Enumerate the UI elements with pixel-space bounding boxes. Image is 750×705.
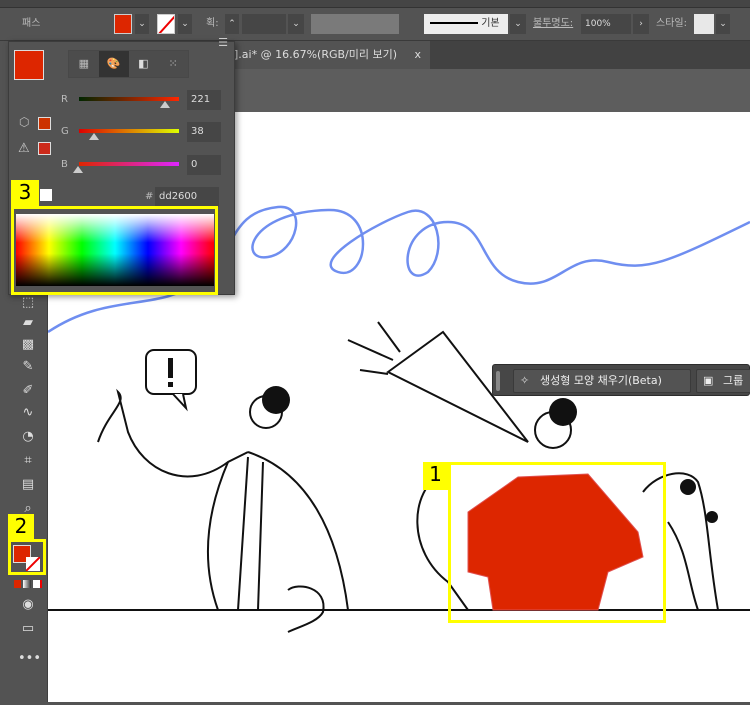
- blend-tool-icon[interactable]: ∿: [18, 405, 38, 423]
- stroke-line-preview: [430, 22, 478, 24]
- blue-value-input[interactable]: 0: [187, 155, 221, 175]
- control-bar: 패스 ⌄ ⌄ 획: ⌃ ⌄ 기본 ⌄ 불투명도: 100% › 스타일: ⌄: [0, 8, 750, 41]
- brush-definition[interactable]: 기본: [424, 14, 508, 34]
- woman-figure: [97, 388, 349, 633]
- blue-slider-thumb[interactable]: [73, 166, 83, 173]
- callout-2-highlight: [8, 539, 46, 575]
- stroke-weight-label: 획:: [206, 18, 219, 29]
- style-swatch[interactable]: [694, 14, 714, 34]
- in-gamut-color-swatch[interactable]: [38, 142, 51, 155]
- mesh-tool-icon[interactable]: ✎: [18, 359, 38, 377]
- color-mode-buttons[interactable]: [14, 580, 42, 588]
- group-icon: ▣: [703, 374, 714, 387]
- document-tab-bar: ].ai* @ 16.67%(RGB/미리 보기) x: [230, 41, 750, 69]
- hex-label: #: [145, 191, 154, 202]
- panel-menu-icon[interactable]: ☰: [218, 36, 228, 49]
- red-slider-thumb[interactable]: [160, 101, 170, 108]
- stroke-weight-stepper[interactable]: ⌃: [225, 14, 239, 34]
- fill-dropdown[interactable]: ⌄: [135, 14, 149, 34]
- group-label: 그룹: [723, 374, 744, 387]
- generative-fill-icon: ✧: [520, 374, 530, 387]
- generative-shape-fill-button[interactable]: ✧ 생성형 모양 채우기(Beta): [513, 369, 691, 393]
- channel-b-label: B: [61, 159, 68, 170]
- shape-builder-tool-icon[interactable]: ⬚: [18, 295, 38, 313]
- opacity-input[interactable]: 100%: [581, 14, 631, 34]
- more-tools-icon[interactable]: •••: [18, 651, 41, 669]
- color-mode-icon[interactable]: [14, 580, 22, 588]
- document-tab[interactable]: ].ai* @ 16.67%(RGB/미리 보기) x: [230, 41, 430, 69]
- pattern-icon[interactable]: ⁙: [158, 51, 188, 77]
- contextual-task-bar: ✧ 생성형 모양 채우기(Beta) ▣ 그룹: [492, 364, 750, 396]
- stroke-style-value: 기본: [481, 18, 500, 29]
- eyedropper-tool-icon[interactable]: ✐: [18, 383, 38, 401]
- style-label: 스타일:: [656, 18, 687, 29]
- stroke-weight-input[interactable]: [242, 14, 286, 34]
- slice-tool-icon[interactable]: ▤: [18, 477, 38, 495]
- green-value-input[interactable]: 38: [187, 122, 221, 142]
- live-paint-tool-icon[interactable]: ▰: [18, 315, 38, 333]
- style-dropdown[interactable]: ⌄: [716, 14, 730, 34]
- drag-handle[interactable]: [496, 371, 500, 391]
- callout-1-highlight: [448, 462, 666, 623]
- white-swatch[interactable]: [40, 189, 52, 201]
- out-of-web-color-icon: ⬡: [19, 115, 30, 129]
- fill-swatch[interactable]: [114, 14, 132, 34]
- color-mode-tabs: ▦ 🎨 ◧ ⁙: [68, 50, 189, 78]
- stroke-dropdown[interactable]: ⌄: [178, 14, 192, 34]
- channel-g-label: G: [61, 126, 69, 137]
- no-stroke-icon: [158, 15, 174, 33]
- variable-width-profile[interactable]: [311, 14, 399, 34]
- palette-icon[interactable]: 🎨: [98, 51, 129, 77]
- gradient-icon[interactable]: ◧: [129, 51, 159, 77]
- hex-input[interactable]: dd2600: [155, 187, 219, 207]
- object-type-label: 패스: [22, 18, 41, 29]
- red-value-input[interactable]: 221: [187, 90, 221, 110]
- none-mode-icon[interactable]: [32, 580, 42, 588]
- out-of-gamut-warning-icon: ⚠: [18, 141, 30, 156]
- callout-1-badge: 1: [423, 462, 448, 490]
- callout-3-highlight: [11, 206, 218, 295]
- group-button[interactable]: ▣ 그룹: [696, 369, 750, 393]
- gradient-mode-icon[interactable]: [23, 580, 31, 588]
- callout-3-badge: 3: [11, 180, 39, 206]
- tab-close-button[interactable]: x: [415, 48, 422, 61]
- stroke-swatch[interactable]: [157, 14, 175, 34]
- title-strip: [0, 0, 750, 8]
- symbol-sprayer-tool-icon[interactable]: ◔: [18, 429, 38, 447]
- artboard-tool-icon[interactable]: ⌗: [18, 453, 38, 471]
- gradient-tool-icon[interactable]: ▩: [18, 337, 38, 355]
- green-slider-thumb[interactable]: [89, 133, 99, 140]
- document-tab-title: ].ai* @ 16.67%(RGB/미리 보기): [234, 48, 397, 61]
- swatches-icon[interactable]: ▦: [69, 51, 99, 77]
- blue-slider[interactable]: [79, 162, 179, 166]
- brush-dropdown[interactable]: ⌄: [510, 14, 526, 34]
- megaphone-lines: [347, 321, 401, 375]
- callout-2-badge: 2: [8, 514, 34, 539]
- channel-r-label: R: [61, 94, 68, 105]
- screen-mode-icon[interactable]: ▭: [18, 621, 38, 639]
- opacity-arrow[interactable]: ›: [633, 14, 649, 34]
- woman-hair: [262, 386, 290, 414]
- current-color-swatch[interactable]: [14, 50, 44, 80]
- stroke-weight-dropdown[interactable]: ⌄: [288, 14, 304, 34]
- generative-fill-label: 생성형 모양 채우기(Beta): [540, 374, 662, 387]
- man-hair: [549, 398, 577, 426]
- opacity-label[interactable]: 불투명도:: [533, 14, 573, 34]
- web-safe-color-swatch[interactable]: [38, 117, 51, 130]
- draw-mode-icon[interactable]: ◉: [18, 597, 38, 615]
